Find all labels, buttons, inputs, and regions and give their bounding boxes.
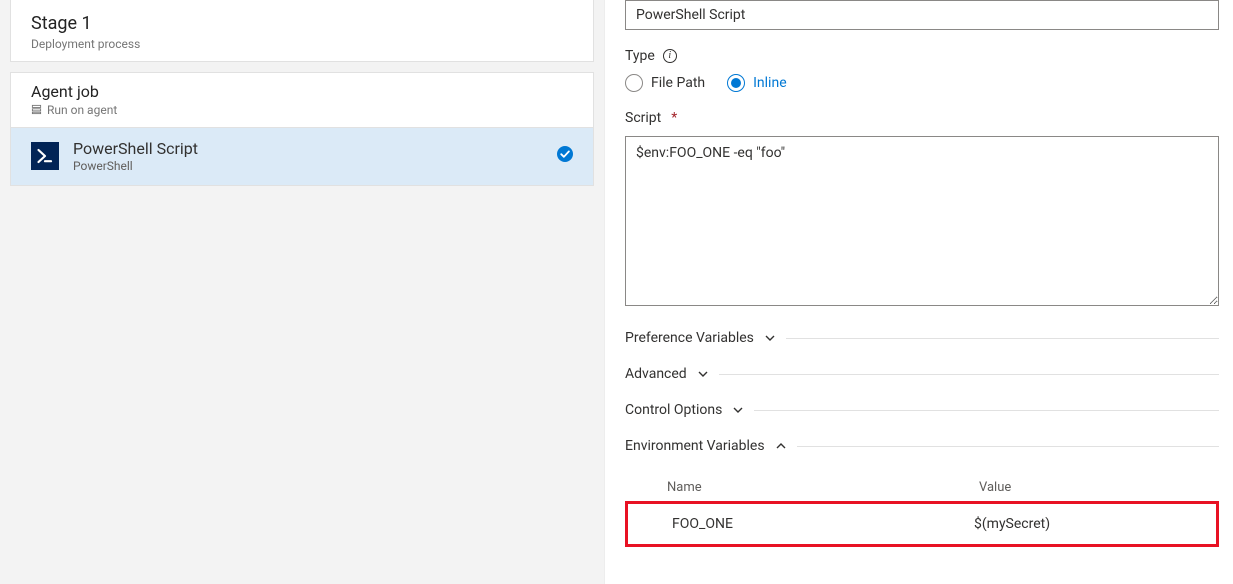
chevron-up-icon: [775, 440, 787, 452]
radio-inline-label: Inline: [753, 75, 787, 91]
chevron-down-icon: [732, 404, 744, 416]
task-list-panel: Stage 1 Deployment process Agent job Run…: [0, 0, 605, 584]
stage-title: Stage 1: [31, 13, 573, 35]
env-variables-table: Name Value FOO_ONE $(mySecret): [625, 474, 1219, 547]
task-row-powershell[interactable]: PowerShell Script PowerShell: [10, 128, 594, 186]
chevron-down-icon: [764, 332, 776, 344]
chevron-down-icon: [697, 368, 709, 380]
selected-check-icon: [557, 146, 573, 166]
highlighted-row: FOO_ONE $(mySecret): [625, 501, 1219, 547]
section-advanced-label: Advanced: [625, 366, 687, 382]
agent-job-row[interactable]: Agent job Run on agent: [10, 72, 594, 128]
section-environment-variables-label: Environment Variables: [625, 438, 765, 454]
radio-inline[interactable]: Inline: [727, 74, 787, 92]
task-details-panel: Type i File Path Inline Script * Prefere…: [605, 0, 1233, 584]
type-radio-group: File Path Inline: [625, 74, 1219, 92]
agent-job-subtitle: Run on agent: [47, 103, 117, 117]
section-preference-variables[interactable]: Preference Variables: [625, 330, 1219, 346]
script-label: Script: [625, 110, 661, 126]
env-var-name: FOO_ONE: [672, 516, 974, 532]
required-asterisk: *: [671, 110, 677, 126]
script-textarea[interactable]: [625, 136, 1219, 306]
section-preference-variables-label: Preference Variables: [625, 330, 754, 346]
section-advanced[interactable]: Advanced: [625, 366, 1219, 382]
section-control-options-label: Control Options: [625, 402, 722, 418]
radio-file-path-label: File Path: [651, 75, 705, 91]
display-name-input[interactable]: [625, 0, 1219, 30]
type-label: Type: [625, 48, 655, 64]
server-icon: [31, 104, 42, 115]
stage-header[interactable]: Stage 1 Deployment process: [10, 0, 594, 62]
env-var-value: $(mySecret): [974, 516, 1214, 532]
powershell-icon: [31, 142, 59, 170]
section-environment-variables[interactable]: Environment Variables: [625, 438, 1219, 454]
task-subtitle: PowerShell: [73, 159, 543, 173]
env-header-name: Name: [667, 480, 979, 495]
env-header-value: Value: [979, 480, 1219, 495]
task-title: PowerShell Script: [73, 140, 543, 158]
radio-file-path[interactable]: File Path: [625, 74, 705, 92]
info-icon[interactable]: i: [663, 49, 677, 63]
stage-subtitle: Deployment process: [31, 37, 573, 51]
section-control-options[interactable]: Control Options: [625, 402, 1219, 418]
env-variable-row[interactable]: FOO_ONE $(mySecret): [630, 506, 1214, 542]
agent-job-title: Agent job: [31, 83, 573, 101]
